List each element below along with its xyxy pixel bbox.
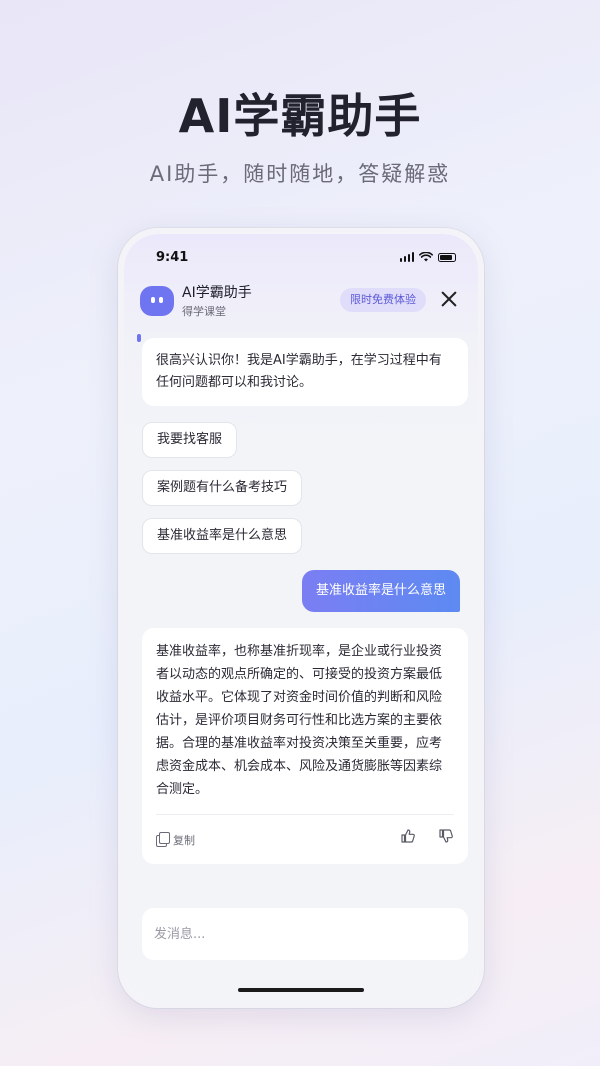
thumbs-down-icon[interactable] — [438, 828, 454, 844]
answer-divider — [156, 814, 454, 815]
status-icons — [399, 252, 456, 262]
status-bar: 9:41 — [124, 248, 478, 268]
chat-header: AI学霸助手 得学课堂 限时免费体验 — [124, 278, 478, 342]
hero-title: AI学霸助手 — [178, 89, 422, 143]
hero-subtitle: AI助手，随时随地，答疑解惑 — [149, 162, 451, 186]
copy-button[interactable]: 复制 — [156, 830, 195, 852]
signal-icon — [399, 252, 414, 262]
promo-badge[interactable]: 限时免费体验 — [340, 288, 426, 312]
greeting-bubble: 很高兴认识你！我是AI学霸助手，在学习过程中有任何问题都可以和我讨论。 — [142, 338, 468, 406]
answer-bubble: 基准收益率，也称基准折现率，是企业或行业投资者以动态的观点所确定的、可接受的投资… — [142, 628, 468, 864]
bot-avatar-icon — [140, 286, 174, 316]
user-message-bubble: 基准收益率是什么意思 — [301, 570, 460, 612]
thumbs-up-icon[interactable] — [400, 828, 416, 844]
message-input-bar — [142, 908, 468, 960]
battery-icon — [438, 253, 456, 262]
close-icon[interactable] — [440, 290, 458, 308]
suggestion-chip[interactable]: 基准收益率是什么意思 — [142, 518, 303, 554]
bot-subtitle: 得学课堂 — [182, 305, 226, 318]
chat-screen: 9:41 AI学霸助手 得学课堂 限时免费体验 很高兴认识你！我是AI学霸助手，… — [124, 234, 478, 1002]
bot-ear-left — [137, 334, 141, 342]
home-indicator — [238, 988, 364, 992]
message-input[interactable] — [154, 908, 454, 960]
bot-name: AI学霸助手 — [182, 285, 252, 301]
suggestion-chip[interactable]: 案例题有什么备考技巧 — [142, 470, 303, 506]
copy-label: 复制 — [173, 834, 195, 847]
wifi-icon — [419, 252, 433, 262]
answer-actions: 复制 — [142, 826, 468, 850]
copy-icon — [156, 832, 170, 847]
phone-frame: 9:41 AI学霸助手 得学课堂 限时免费体验 很高兴认识你！我是AI学霸助手，… — [118, 228, 484, 1008]
suggestion-chip[interactable]: 我要找客服 — [142, 422, 238, 458]
status-time: 9:41 — [156, 250, 189, 265]
answer-text: 基准收益率，也称基准折现率，是企业或行业投资者以动态的观点所确定的、可接受的投资… — [156, 644, 443, 797]
